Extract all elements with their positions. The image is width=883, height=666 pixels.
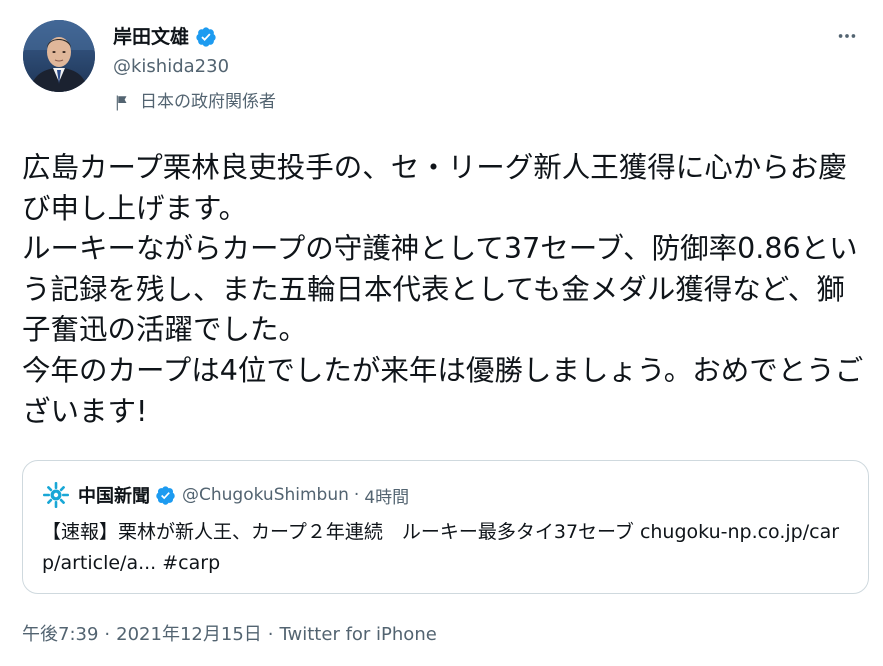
affiliation-label: 日本の政府関係者 — [113, 88, 276, 116]
quoted-author-name: 中国新聞 — [78, 486, 150, 507]
quoted-tweet-text: 【速報】栗林が新人王、カープ２年連続 ルーキー最多タイ37セーブ chugoku… — [42, 521, 840, 574]
author-display-name[interactable]: 岸田文雄 — [113, 23, 189, 51]
verified-badge-icon — [195, 26, 217, 48]
tweet-source[interactable]: Twitter for iPhone — [280, 620, 437, 650]
quoted-author-handle: @ChugokuShimbun — [182, 485, 349, 505]
quoted-timestamp: 4時間 — [364, 487, 410, 508]
tweet-card: 岸田文雄 @kishida230 日本の政府関係者 広島カープ栗林良吏投手の、セ… — [0, 0, 883, 666]
author-handle[interactable]: @kishida230 — [113, 52, 229, 82]
quoted-author-avatar — [42, 481, 70, 509]
quoted-verified-badge-icon — [155, 485, 176, 506]
more-options-button[interactable] — [827, 20, 867, 52]
quoted-separator: · — [353, 485, 360, 505]
flag-icon — [113, 93, 131, 111]
meta-separator: · — [104, 624, 111, 645]
tweet-metadata: 午後7:39 · 2021年12月15日 · Twitter for iPhon… — [22, 620, 437, 650]
tweet-date[interactable]: 2021年12月15日 — [116, 620, 262, 650]
tweet-time[interactable]: 午後7:39 — [22, 620, 98, 650]
author-avatar[interactable] — [23, 20, 95, 92]
meta-separator: · — [267, 624, 274, 645]
affiliation-text: 日本の政府関係者 — [140, 92, 276, 112]
quoted-tweet-header: 中国新聞 @ChugokuShimbun · 4時間 — [42, 481, 409, 509]
quoted-tweet[interactable]: 中国新聞 @ChugokuShimbun · 4時間 【速報】栗林が新人王、カー… — [22, 460, 869, 594]
more-horizontal-icon — [836, 25, 858, 47]
tweet-text: 広島カープ栗林良吏投手の、セ・リーグ新人王獲得に心からお慶び申し上げます。 ルー… — [22, 151, 864, 428]
author-name-row[interactable]: 岸田文雄 — [113, 22, 217, 52]
